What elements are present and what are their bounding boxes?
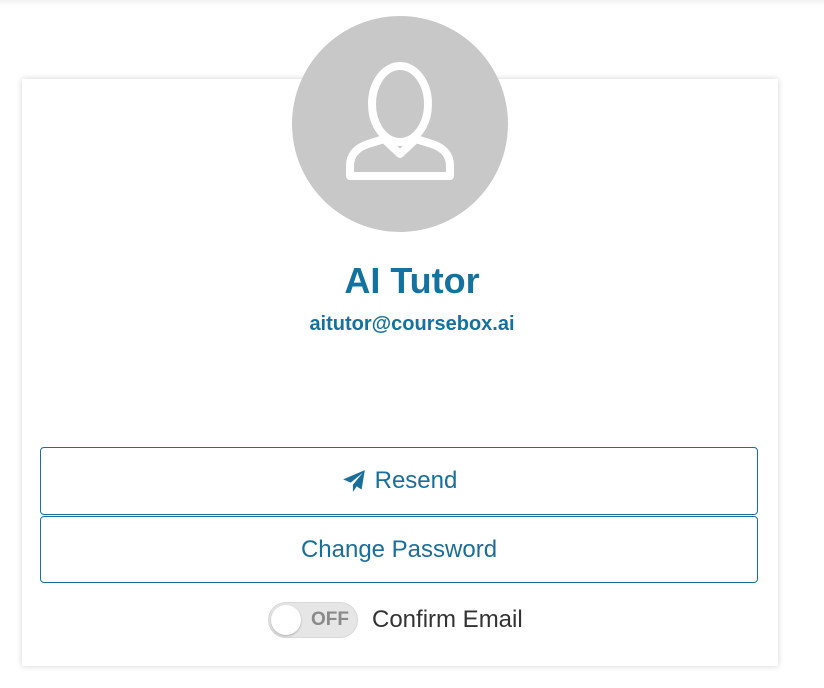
change-password-button[interactable]: Change Password — [40, 516, 758, 583]
user-email: aitutor@coursebox.ai — [309, 313, 515, 335]
toggle-knob — [271, 605, 301, 635]
top-divider — [0, 0, 824, 6]
user-name: AI Tutor — [344, 260, 480, 301]
change-password-label: Change Password — [300, 535, 498, 563]
paper-plane-icon — [341, 468, 367, 494]
resend-label: Resend — [374, 467, 458, 494]
user-silhouette-icon — [346, 62, 454, 180]
user-avatar — [292, 16, 508, 232]
confirm-email-row: OFF Confirm Email — [268, 602, 523, 638]
confirm-email-label: Confirm Email — [372, 606, 523, 633]
confirm-email-toggle[interactable]: OFF — [268, 602, 358, 638]
toggle-state-text: OFF — [311, 609, 349, 630]
resend-button[interactable]: Resend — [40, 447, 758, 515]
